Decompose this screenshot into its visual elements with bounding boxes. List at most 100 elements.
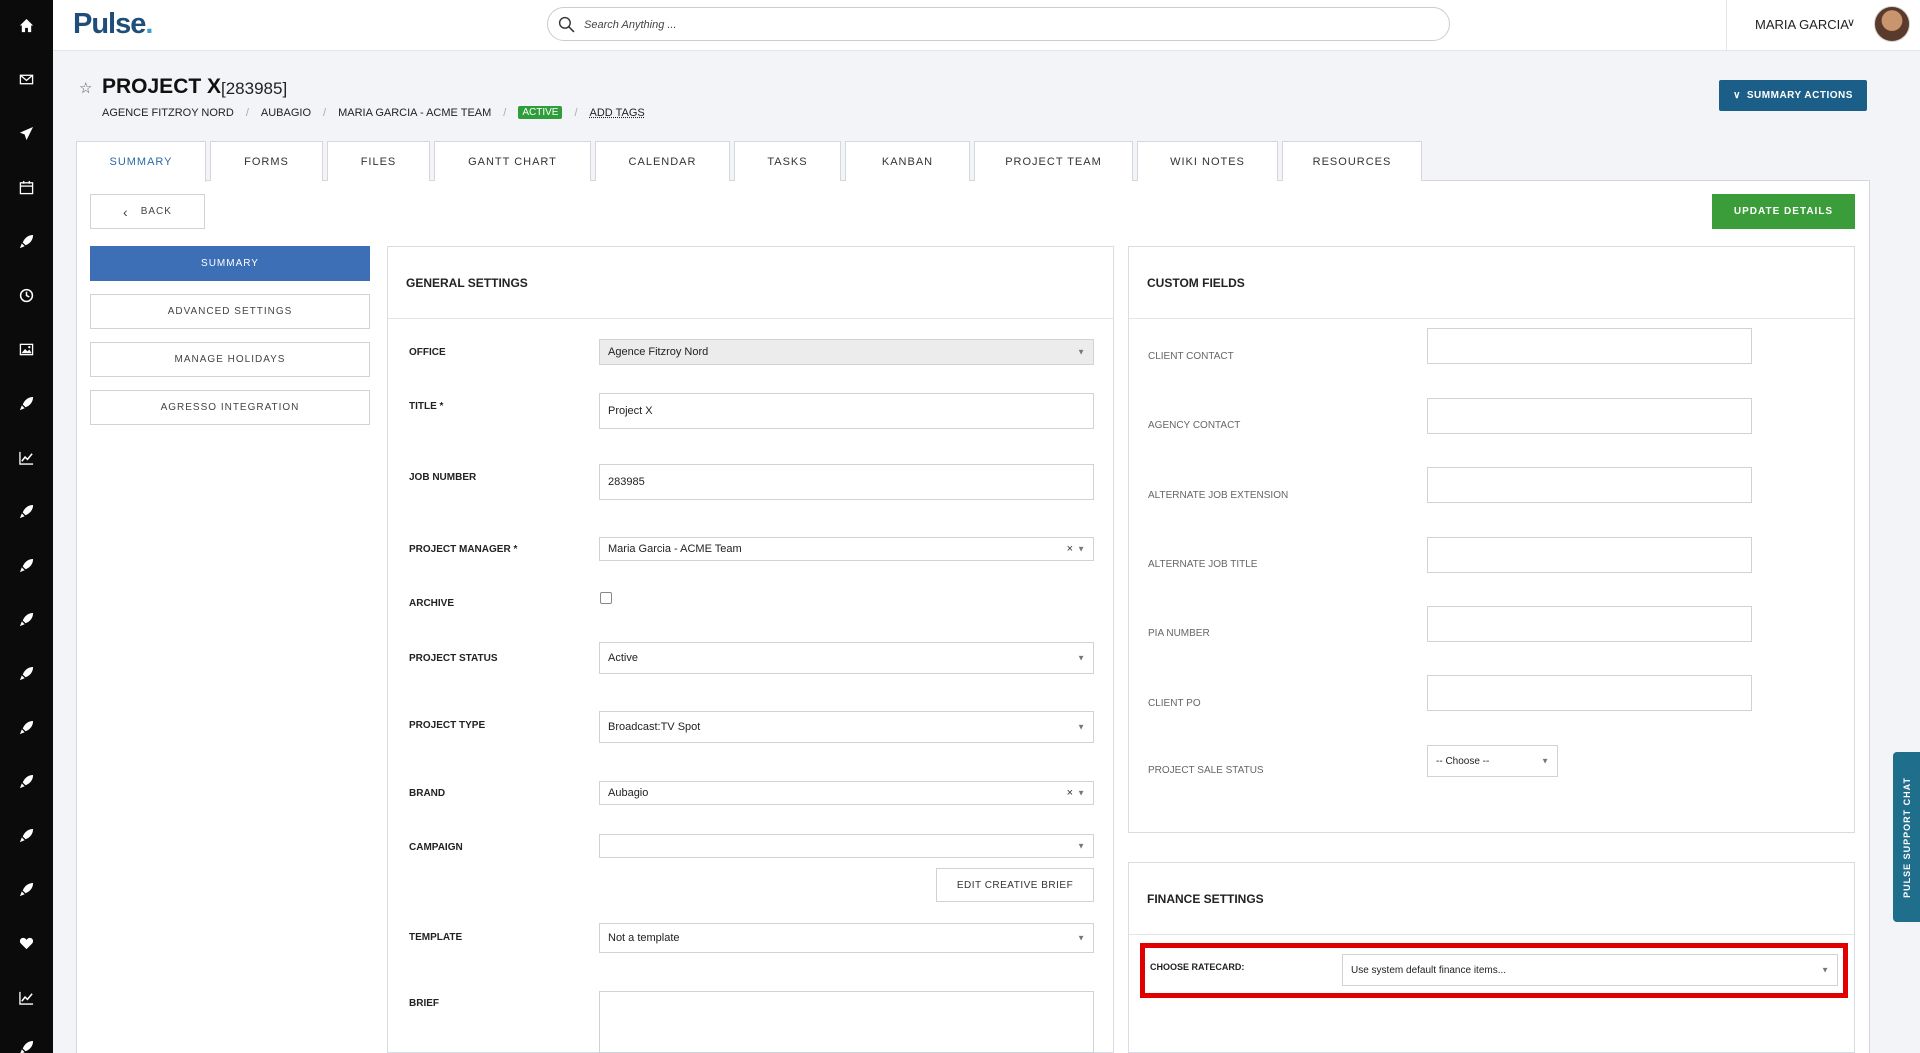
search-input[interactable] — [584, 14, 1424, 36]
breadcrumb-office[interactable]: AGENCE FITZROY NORD — [102, 107, 234, 119]
job-number-input[interactable]: 283985 — [599, 464, 1094, 500]
caret-down-icon: ▼ — [1077, 723, 1085, 732]
edit-creative-brief-button[interactable]: EDIT CREATIVE BRIEF — [936, 868, 1094, 902]
brand-select[interactable]: Aubagio × ▼ — [599, 781, 1094, 805]
rocket-icon[interactable] — [0, 230, 53, 252]
mail-icon[interactable] — [0, 68, 53, 90]
summary-actions-button[interactable]: ∨ SUMMARY ACTIONS — [1719, 80, 1867, 111]
image-icon[interactable] — [0, 338, 53, 360]
top-bar: Pulse. MARIA GARCIA ∨ — [53, 0, 1920, 51]
template-select[interactable]: Not a template ▼ — [599, 923, 1094, 953]
rocket-icon[interactable] — [0, 500, 53, 522]
favorite-star-icon[interactable]: ☆ — [79, 79, 92, 97]
rocket-icon[interactable] — [0, 770, 53, 792]
project-type-select[interactable]: Broadcast:TV Spot ▼ — [599, 711, 1094, 743]
rocket-icon[interactable] — [0, 662, 53, 684]
client-contact-label: CLIENT CONTACT — [1148, 351, 1234, 362]
tab-project-team[interactable]: PROJECT TEAM — [974, 141, 1133, 181]
tab-calendar[interactable]: CALENDAR — [595, 141, 730, 181]
clear-icon[interactable]: × — [1067, 787, 1073, 799]
update-details-button[interactable]: UPDATE DETAILS — [1712, 194, 1855, 229]
home-icon[interactable] — [0, 14, 53, 36]
breadcrumb-separator: / — [574, 107, 577, 119]
send-icon[interactable] — [0, 122, 53, 144]
support-chat-label: PULSE SUPPORT CHAT — [1902, 777, 1912, 898]
project-manager-select[interactable]: Maria Garcia - ACME Team × ▼ — [599, 537, 1094, 561]
user-menu-name[interactable]: MARIA GARCIA — [1755, 17, 1849, 32]
client-po-input[interactable] — [1427, 675, 1752, 711]
avatar[interactable] — [1874, 6, 1910, 42]
title-label: TITLE * — [409, 401, 443, 412]
tab-tasks[interactable]: TASKS — [734, 141, 841, 181]
rocket-icon[interactable] — [0, 554, 53, 576]
tab-summary[interactable]: SUMMARY — [76, 141, 206, 182]
project-sale-status-select[interactable]: -- Choose -- ▼ — [1427, 745, 1558, 777]
heart-icon[interactable] — [0, 932, 53, 954]
chart-icon[interactable] — [0, 446, 53, 468]
custom-fields-heading: CUSTOM FIELDS — [1129, 247, 1854, 319]
side-nav-summary[interactable]: SUMMARY — [90, 246, 370, 281]
caret-down-icon: ▼ — [1077, 348, 1085, 357]
title-input[interactable]: Project X — [599, 393, 1094, 429]
template-label: TEMPLATE — [409, 932, 462, 943]
project-status-select[interactable]: Active ▼ — [599, 642, 1094, 674]
side-nav-advanced-settings[interactable]: ADVANCED SETTINGS — [90, 294, 370, 329]
breadcrumb-brand[interactable]: AUBAGIO — [261, 107, 311, 119]
side-nav-agresso-integration[interactable]: AGRESSO INTEGRATION — [90, 390, 370, 425]
client-contact-input[interactable] — [1427, 328, 1752, 364]
tab-files[interactable]: FILES — [327, 141, 430, 181]
office-select[interactable]: Agence Fitzroy Nord ▼ — [599, 339, 1094, 365]
status-badge: ACTIVE — [518, 106, 562, 119]
project-manager-value: Maria Garcia - ACME Team — [608, 543, 742, 555]
tab-wiki-notes[interactable]: WIKI NOTES — [1137, 141, 1278, 181]
agency-contact-label: AGENCY CONTACT — [1148, 420, 1240, 431]
brand-label: BRAND — [409, 788, 445, 799]
clear-icon[interactable]: × — [1067, 543, 1073, 555]
campaign-select[interactable]: ▼ — [599, 834, 1094, 858]
pia-number-input[interactable] — [1427, 606, 1752, 642]
tab-forms[interactable]: FORMS — [210, 141, 323, 181]
rocket-icon[interactable] — [0, 878, 53, 900]
rocket-icon[interactable] — [0, 608, 53, 630]
clock-icon[interactable] — [0, 284, 53, 306]
caret-down-icon: ▼ — [1077, 654, 1085, 663]
client-po-label: CLIENT PO — [1148, 698, 1201, 709]
archive-checkbox[interactable] — [600, 592, 612, 604]
chart-icon[interactable] — [0, 986, 53, 1008]
ratecard-highlight-box — [1140, 943, 1848, 998]
search-bar[interactable] — [547, 7, 1450, 41]
alternate-job-title-input[interactable] — [1427, 537, 1752, 573]
support-chat-tab[interactable]: PULSE SUPPORT CHAT — [1893, 752, 1920, 922]
chevron-left-icon: ‹ — [123, 204, 129, 220]
project-manager-label: PROJECT MANAGER * — [409, 544, 517, 555]
office-label: OFFICE — [409, 347, 446, 358]
settings-side-nav: SUMMARY ADVANCED SETTINGS MANAGE HOLIDAY… — [90, 246, 370, 438]
project-status-label: PROJECT STATUS — [409, 653, 498, 664]
tab-gantt-chart[interactable]: GANTT CHART — [434, 141, 591, 181]
tab-resources[interactable]: RESOURCES — [1282, 141, 1422, 181]
job-number-value: 283985 — [608, 476, 645, 488]
breadcrumb-manager[interactable]: MARIA GARCIA - ACME TEAM — [338, 107, 491, 119]
template-value: Not a template — [608, 932, 680, 944]
agency-contact-input[interactable] — [1427, 398, 1752, 434]
campaign-label: CAMPAIGN — [409, 842, 463, 853]
brief-textarea[interactable] — [599, 991, 1094, 1053]
back-button[interactable]: ‹ BACK — [90, 194, 205, 229]
breadcrumb: AGENCE FITZROY NORD / AUBAGIO / MARIA GA… — [102, 106, 645, 119]
chevron-down-icon[interactable]: ∨ — [1847, 16, 1855, 29]
brand-value: Aubagio — [608, 787, 648, 799]
project-sale-status-label: PROJECT SALE STATUS — [1148, 765, 1264, 776]
calendar-icon[interactable] — [0, 176, 53, 198]
left-nav-rail — [0, 0, 53, 1053]
summary-actions-label: SUMMARY ACTIONS — [1747, 90, 1853, 101]
alternate-job-extension-input[interactable] — [1427, 467, 1752, 503]
rocket-icon[interactable] — [0, 824, 53, 846]
add-tags-link[interactable]: ADD TAGS — [590, 107, 645, 119]
pulse-logo[interactable]: Pulse. — [73, 8, 152, 41]
tab-kanban[interactable]: KANBAN — [845, 141, 970, 181]
breadcrumb-separator: / — [503, 107, 506, 119]
rocket-icon[interactable] — [0, 392, 53, 414]
side-nav-manage-holidays[interactable]: MANAGE HOLIDAYS — [90, 342, 370, 377]
rocket-icon[interactable] — [0, 716, 53, 738]
rocket-icon[interactable] — [0, 1036, 53, 1053]
